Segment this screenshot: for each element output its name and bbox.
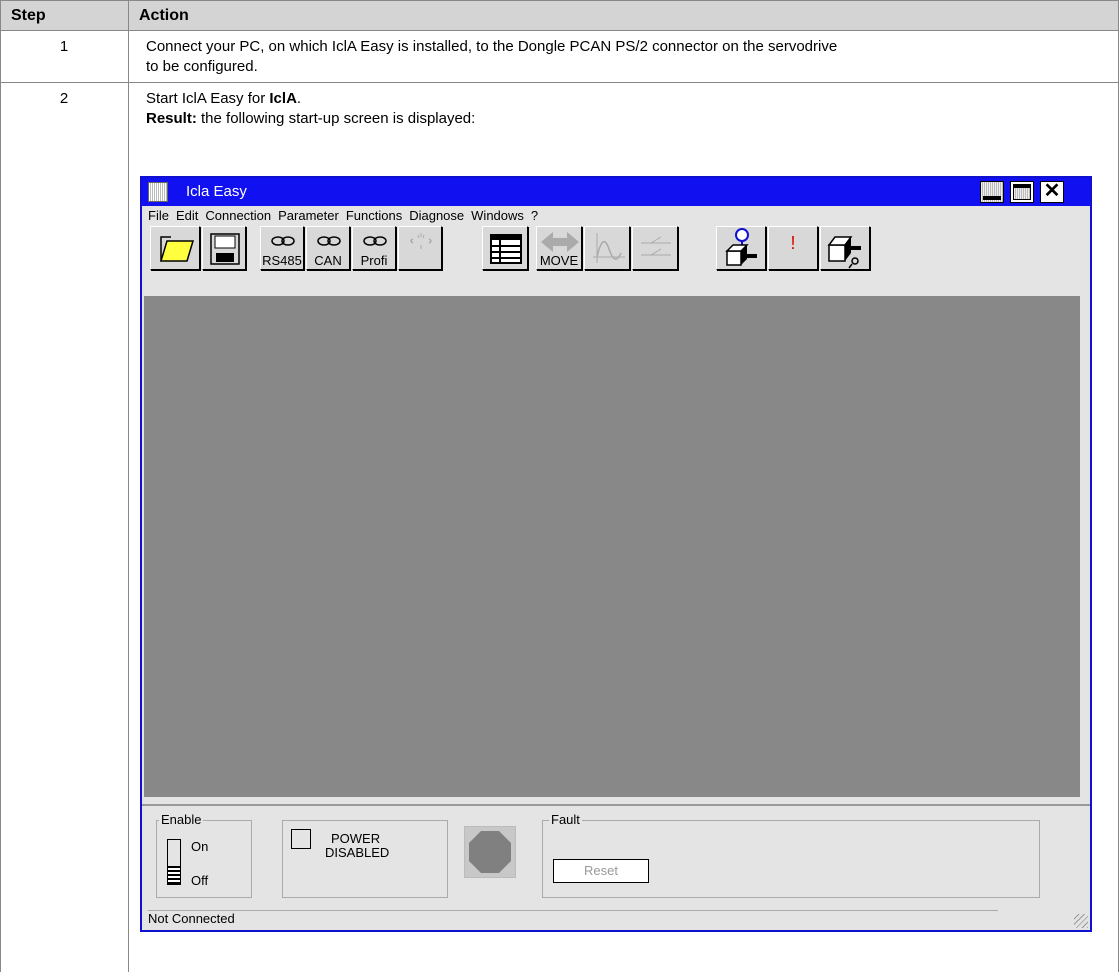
broken-link-icon [410,233,432,249]
header-action: Action [139,7,189,24]
menu-windows[interactable]: Windows [471,208,524,226]
reset-button: Reset [553,859,649,883]
fault-group: Fault Reset [542,812,1040,898]
enable-group: Enable On Off [156,812,252,898]
table-border-right [1118,0,1119,972]
save-button[interactable] [202,226,246,270]
fault-label: Fault [549,812,582,827]
step-number: 1 [59,38,69,55]
power-indicator [291,829,311,849]
minimize-button[interactable] [980,181,1004,203]
profi-label: Profi [360,253,388,268]
close-button[interactable]: ✕ [1040,181,1064,203]
power-line2: DISABLED [325,845,390,860]
can-label: CAN [314,253,342,268]
profi-connect-button[interactable]: Profi [352,226,396,270]
error-button[interactable]: ! [768,226,818,270]
panel-divider [142,804,1090,806]
enable-switch[interactable] [167,839,181,885]
move-button: MOVE [536,226,582,270]
action-text: Start IclA Easy for IclA. Result: the fo… [146,89,475,129]
table-border-left [0,0,1,972]
action-text-part: Start IclA Easy for [146,90,270,107]
table-divider [128,0,129,972]
disconnect-button [398,226,442,270]
resize-grip-icon[interactable] [1074,914,1088,928]
app-window: Icla Easy ✕ File Edit Connection Paramet… [140,176,1092,932]
device-search-button[interactable] [820,226,870,270]
menu-diagnose[interactable]: Diagnose [409,208,464,226]
menu-parameter[interactable]: Parameter [278,208,339,226]
app-icon[interactable] [148,182,168,202]
window-title: Icla Easy [186,183,247,200]
action-line: Connect your PC, on which IclA Easy is i… [146,38,838,55]
power-line1: POWER [331,831,381,846]
action-line: to be configured. [146,58,258,75]
table-header: Step Action [0,0,1119,31]
step-number: 2 [59,90,69,107]
rs485-connect-button[interactable]: RS485 [260,226,304,270]
move-label: MOVE [539,253,579,268]
parameter-list-button[interactable] [482,226,528,270]
menu-bar: File Edit Connection Parameter Functions… [148,208,538,226]
connection-status: Not Connected [148,911,235,926]
device-info-icon [725,228,757,266]
header-step: Step [11,7,46,24]
product-name: IclA [269,90,297,107]
action-text-part: . [296,90,302,107]
row-separator [0,82,1119,83]
menu-edit[interactable]: Edit [176,208,198,226]
menu-connection[interactable]: Connection [205,208,271,226]
rs485-label: RS485 [262,253,302,268]
device-search-icon [827,236,861,269]
stop-button[interactable] [464,826,516,878]
enable-label: Enable [159,812,204,827]
menu-help[interactable]: ? [531,208,538,226]
status-bar: Not Connected [148,910,998,929]
can-connect-button[interactable]: CAN [306,226,350,270]
title-bar[interactable]: Icla Easy ✕ [142,178,1090,206]
close-icon: ✕ [1043,180,1061,202]
table-list-icon [490,234,522,264]
exclamation-icon: ! [790,233,796,253]
switch-contacts-icon [641,236,671,256]
menu-file[interactable]: File [148,208,169,226]
workspace-area[interactable] [144,296,1080,797]
enable-on-label: On [191,839,209,854]
device-info-button[interactable] [716,226,766,270]
sine-wave-icon [593,233,625,263]
maximize-button[interactable] [1010,181,1034,203]
power-status-group: POWER DISABLED [282,820,448,898]
io-switch-button [632,226,678,270]
result-line: Result: the following start-up screen is… [146,109,475,129]
action-line: Start IclA Easy for IclA. [146,89,475,109]
result-label: Result: [146,110,197,127]
open-button[interactable] [150,226,200,270]
menu-functions[interactable]: Functions [346,208,402,226]
enable-off-label: Off [191,873,209,888]
open-folder-icon [159,236,195,262]
oscilloscope-button [584,226,630,270]
result-text: the following start-up screen is display… [196,110,476,127]
stop-octagon-icon [469,831,511,873]
floppy-disk-icon [210,233,240,265]
action-text: Connect your PC, on which IclA Easy is i… [146,37,837,77]
